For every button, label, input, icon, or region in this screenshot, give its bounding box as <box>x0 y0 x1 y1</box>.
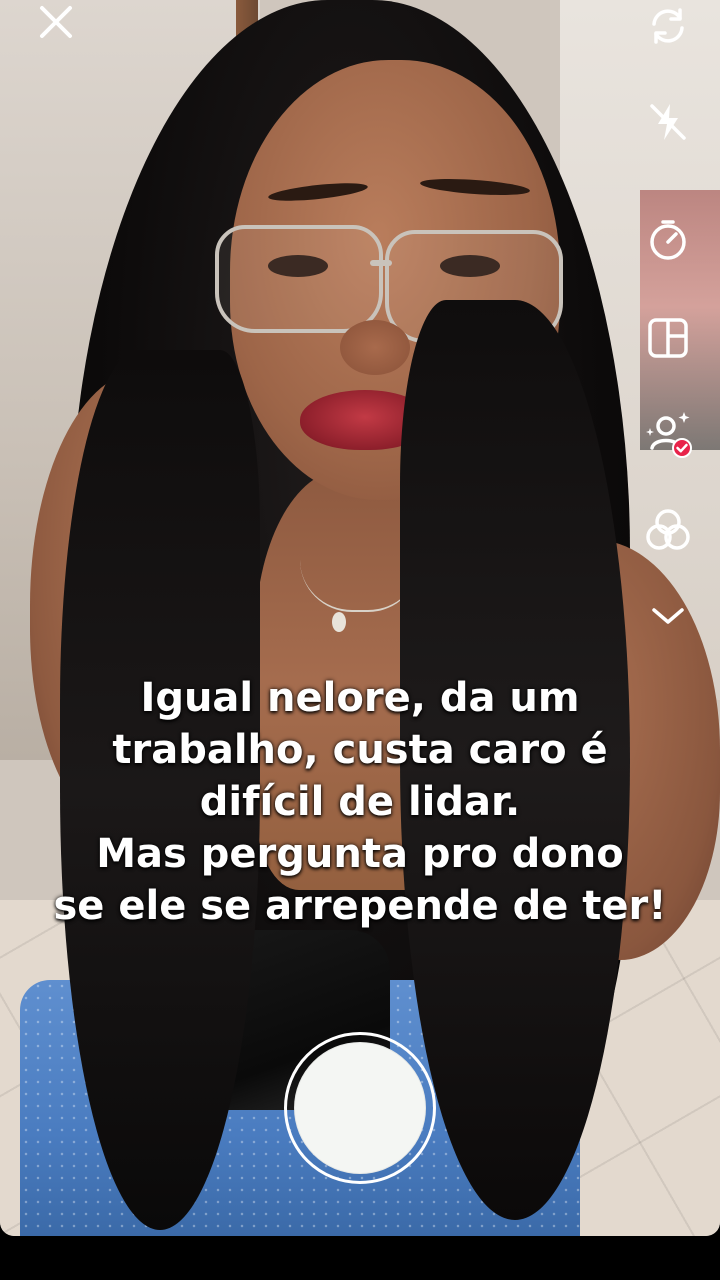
timer-icon <box>650 220 686 260</box>
chevron-down-icon <box>652 608 684 624</box>
close-icon <box>40 6 72 38</box>
caption-line: se ele se arrepende de ter! <box>53 883 667 929</box>
flash-button[interactable] <box>636 94 700 150</box>
caption-line: Mas pergunta pro dono <box>96 831 624 877</box>
flip-camera-button[interactable] <box>636 0 700 54</box>
flip-camera-icon <box>652 8 684 44</box>
shutter-inner <box>294 1042 426 1174</box>
caption-text: Igual nelore, da um trabalho, custa caro… <box>20 672 700 932</box>
beauty-filter-button[interactable] <box>636 502 700 558</box>
caption-line: difícil de lidar. <box>199 779 521 825</box>
layout-icon <box>648 318 688 358</box>
flash-off-icon <box>650 104 686 140</box>
ai-effect-button[interactable] <box>636 406 700 462</box>
ai-effect-icon <box>646 412 692 458</box>
close-button[interactable] <box>30 0 82 44</box>
caption-line: Igual nelore, da um <box>140 675 580 721</box>
camera-viewfinder: Igual nelore, da um trabalho, custa caro… <box>0 0 720 1236</box>
more-tools-button[interactable] <box>636 588 700 644</box>
beauty-filter-icon <box>646 509 690 550</box>
shutter-button[interactable] <box>284 1032 436 1184</box>
timer-button[interactable] <box>636 212 700 268</box>
layout-button[interactable] <box>636 310 700 366</box>
camera-tools-rail <box>636 0 700 640</box>
caption-line: trabalho, custa caro é <box>112 727 608 773</box>
